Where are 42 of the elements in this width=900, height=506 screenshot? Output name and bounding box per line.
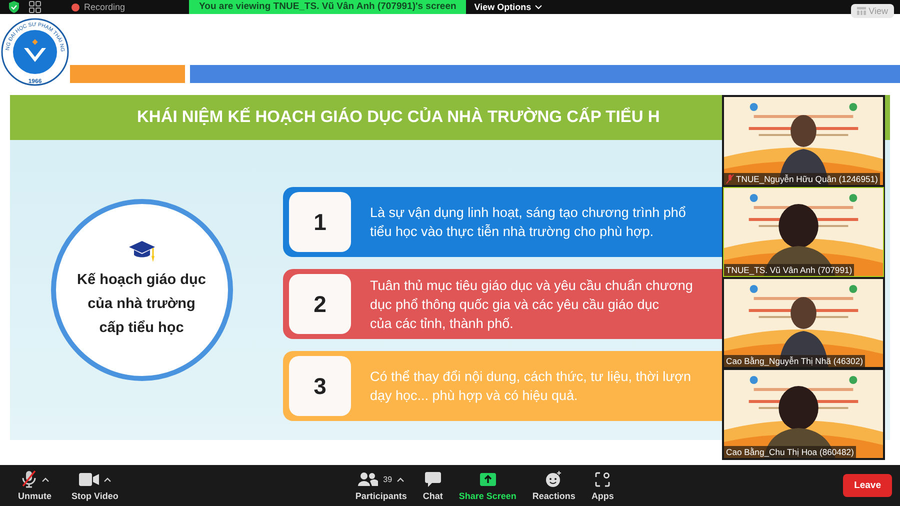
toolbar-button[interactable]: Apps <box>585 470 620 501</box>
number-box: 2 <box>289 274 351 334</box>
toolbar-button[interactable]: Reactions <box>526 470 582 501</box>
share-screen-button[interactable]: Share Screen <box>452 470 522 501</box>
apps-icon <box>595 472 610 486</box>
number-box: 1 <box>289 192 351 252</box>
participant-name: Cao Bằng_Nguyễn Thị Nhã (46302) <box>724 355 865 367</box>
video-tile[interactable]: Cao Bằng_Nguyễn Thị Nhã (46302) <box>723 278 884 368</box>
circle-label: Kế hoạch giáo dục của nhà trường cấp tiểu học <box>77 271 206 338</box>
toolbar-button[interactable]: Unmute <box>12 470 58 501</box>
card-text: Là sự vận dụng linh hoạt, sáng tạo chương trình phổ tiểu học vào thực tiễn nhà trường cho phù hợp. <box>370 204 686 241</box>
caret-icon[interactable] <box>397 476 404 482</box>
leave-button[interactable]: Leave <box>843 474 892 497</box>
toolbar-button[interactable]: Stop Video <box>66 470 124 501</box>
video-tile[interactable]: TNUE_Nguyễn Hữu Quân (1246951) <box>723 96 884 186</box>
participant-count: 39 <box>383 474 392 484</box>
grid-icon <box>856 7 866 15</box>
recording-label: Recording <box>84 2 126 12</box>
participant-name: TNUE_TS. Vũ Vân Anh (707991) <box>724 264 854 276</box>
participant-name: Cao Bằng_Chu Thị Hoa (860482) <box>724 446 856 458</box>
participant-name: TNUE_Nguyễn Hữu Quân (1246951) <box>724 173 880 185</box>
smiley-icon <box>545 471 562 487</box>
card-text: Tuân thủ mục tiêu giáo dục và yêu cầu chuẩn chương dục phổ thông quốc gia và các yêu cầu giáo dục của các tỉnh, thành phố. <box>370 276 693 332</box>
video-tile[interactable]: Cao Bằng_Chu Thị Hoa (860482) <box>723 369 884 459</box>
grid-icon[interactable] <box>29 1 41 13</box>
number-box: 3 <box>289 356 351 416</box>
chat-bubble-icon <box>424 472 441 486</box>
video-tile[interactable]: TNUE_TS. Vũ Vân Anh (707991) <box>723 187 884 277</box>
chevron-icon <box>535 4 542 10</box>
graduation-cap-icon <box>128 240 156 264</box>
caret-icon[interactable] <box>104 476 111 482</box>
toolbar-button[interactable]: 39 Participants <box>349 470 413 501</box>
card-text: Có thể thay đổi nội dung, cách thức, tư liệu, thời lượn dạy học... phù hợp và có hiệu quả. <box>370 368 691 405</box>
muted-microphone-icon <box>20 470 37 488</box>
recording-icon <box>71 2 80 12</box>
video-camera-icon <box>78 472 99 486</box>
caret-icon[interactable] <box>42 476 49 482</box>
viewing-banner: You are viewing TNUE_TS. Vũ Vân Anh (707991)'s screen <box>189 0 466 14</box>
people-icon <box>358 472 378 486</box>
toolbar-button[interactable]: Chat <box>416 470 449 501</box>
slide-title: KHÁI NIỆM KẾ HOẠCH GIÁO DỤC CỦA NHÀ TRƯỜNG CẤP TIỂU H <box>137 108 660 127</box>
shield-check-icon[interactable] <box>8 1 20 13</box>
